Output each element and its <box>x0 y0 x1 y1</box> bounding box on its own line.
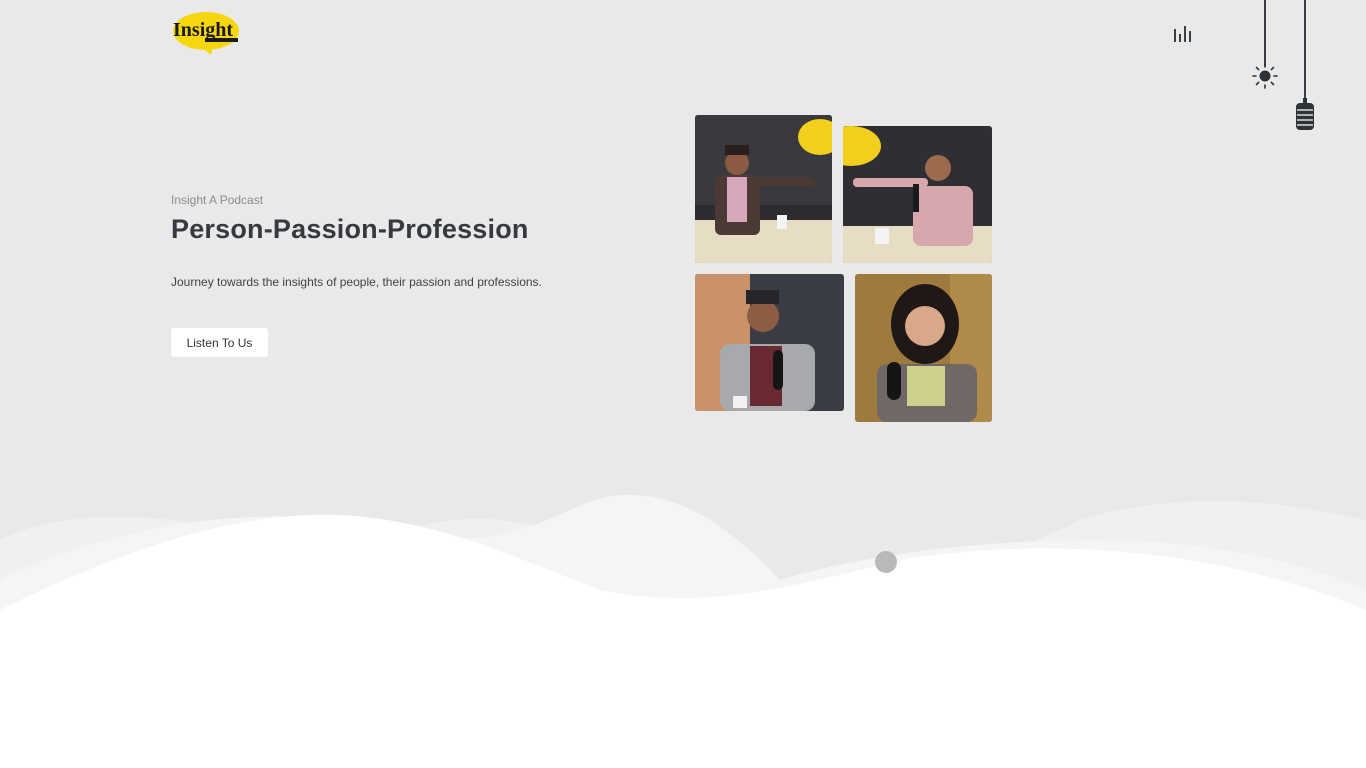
mic-cord <box>1304 0 1306 100</box>
equalizer-menu-icon[interactable] <box>1170 22 1194 46</box>
lamp-cord <box>1264 0 1266 66</box>
microphone-icon[interactable] <box>1294 98 1316 132</box>
scroll-indicator-dot[interactable] <box>875 551 897 573</box>
listen-to-us-button[interactable]: Listen To Us <box>171 328 268 357</box>
svg-text:Insight: Insight <box>173 19 233 41</box>
wave-background <box>0 494 1366 768</box>
gallery-photo-host-fist-bump <box>695 115 832 263</box>
insight-logo[interactable]: Insight <box>171 9 241 55</box>
hero-eyebrow: Insight A Podcast <box>171 193 264 207</box>
hero-description: Journey towards the insights of people, … <box>171 275 542 289</box>
sun-icon[interactable] <box>1252 63 1278 89</box>
gallery-photo-host-at-mic <box>695 274 844 411</box>
hero-title: Person-Passion-Profession <box>171 214 529 244</box>
gallery-photo-guest-woman <box>855 274 992 422</box>
gallery-photo-guest-fist-bump <box>843 126 992 263</box>
